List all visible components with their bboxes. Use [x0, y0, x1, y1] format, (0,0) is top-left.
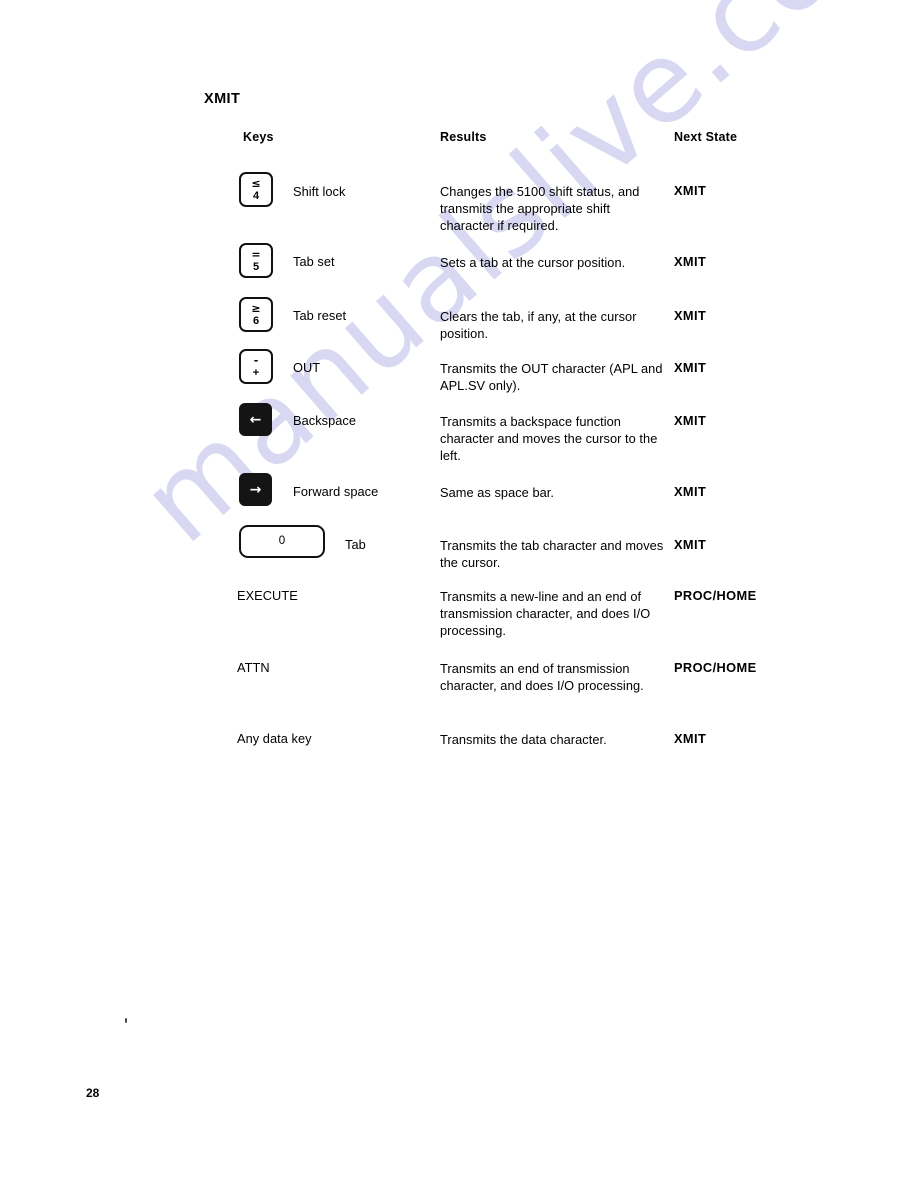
- results-cell: Changes the 5100 shift status, and trans…: [440, 184, 640, 234]
- key-label: Any data key: [237, 731, 312, 746]
- results-cell: Same as space bar.: [440, 485, 555, 500]
- arrow-left-icon: ←: [249, 411, 262, 428]
- next-state-cell: XMIT: [674, 254, 707, 269]
- arrow-right-icon: →: [249, 481, 262, 498]
- keycap-out[interactable]: - +: [239, 349, 273, 384]
- keycap-lower-legend: 5: [252, 260, 260, 273]
- results-cell: Transmits the data character.: [440, 732, 607, 747]
- next-state-cell: PROC/HOME: [674, 660, 757, 675]
- results-cell: Transmits a new-line and an end of trans…: [440, 589, 651, 639]
- document-page: manualslive.com XMIT Keys Results Next S…: [0, 0, 918, 1188]
- keycap-lower-legend: 4: [252, 189, 260, 202]
- next-state-cell: XMIT: [674, 183, 707, 198]
- keycap-tab-set[interactable]: = 5: [239, 243, 273, 278]
- next-state-cell: XMIT: [674, 484, 707, 499]
- key-label: EXECUTE: [237, 588, 298, 603]
- next-state-cell: XMIT: [674, 360, 707, 375]
- keycap-tab[interactable]: 0: [239, 525, 325, 558]
- results-cell: Transmits the OUT character (APL and APL…: [440, 361, 663, 394]
- column-header-results: Results: [440, 130, 487, 144]
- keycap-legend: 0: [278, 534, 286, 547]
- key-label: Shift lock: [293, 184, 346, 199]
- results-cell: Transmits an end of transmission charact…: [440, 661, 644, 694]
- scan-speck: [125, 1018, 127, 1023]
- next-state-cell: PROC/HOME: [674, 588, 757, 603]
- results-cell: Transmits a backspace function character…: [440, 414, 658, 464]
- key-label: Tab reset: [293, 308, 347, 323]
- page-content: XMIT Keys Results Next State ≤4 Shift loc…: [0, 0, 918, 1188]
- results-cell: Clears the tab, if any, at the cursor po…: [440, 309, 637, 342]
- page-number: 28: [86, 1086, 100, 1100]
- keycap-upper-legend: ≥: [251, 301, 261, 315]
- key-label: Backspace: [293, 413, 357, 428]
- next-state-cell: XMIT: [674, 537, 707, 552]
- keycap-shift-lock[interactable]: ≤4: [239, 172, 273, 207]
- next-state-cell: XMIT: [674, 413, 707, 428]
- section-title: XMIT: [204, 91, 241, 107]
- keycap-lower-legend: +: [252, 366, 260, 379]
- key-label: OUT: [293, 360, 321, 375]
- key-label: ATTN: [237, 660, 270, 675]
- keycap-upper-legend: ≤: [251, 176, 261, 190]
- next-state-cell: XMIT: [674, 731, 707, 746]
- keycap-forward-space-arrow-icon[interactable]: →: [239, 473, 272, 506]
- column-header-keys: Keys: [243, 130, 274, 144]
- keycap-upper-legend: -: [253, 353, 259, 367]
- key-label: Tab: [345, 537, 366, 552]
- results-cell: Transmits the tab character and moves th…: [440, 538, 664, 571]
- key-label: Tab set: [293, 254, 335, 269]
- next-state-cell: XMIT: [674, 308, 707, 323]
- key-label: Forward space: [293, 484, 379, 499]
- column-header-next-state: Next State: [674, 130, 738, 144]
- keycap-lower-legend: 6: [252, 314, 260, 327]
- keycap-tab-reset[interactable]: ≥6: [239, 297, 273, 332]
- keycap-backspace-arrow-icon[interactable]: ←: [239, 403, 272, 436]
- results-cell: Sets a tab at the cursor position.: [440, 255, 626, 270]
- keycap-upper-legend: =: [251, 247, 261, 261]
